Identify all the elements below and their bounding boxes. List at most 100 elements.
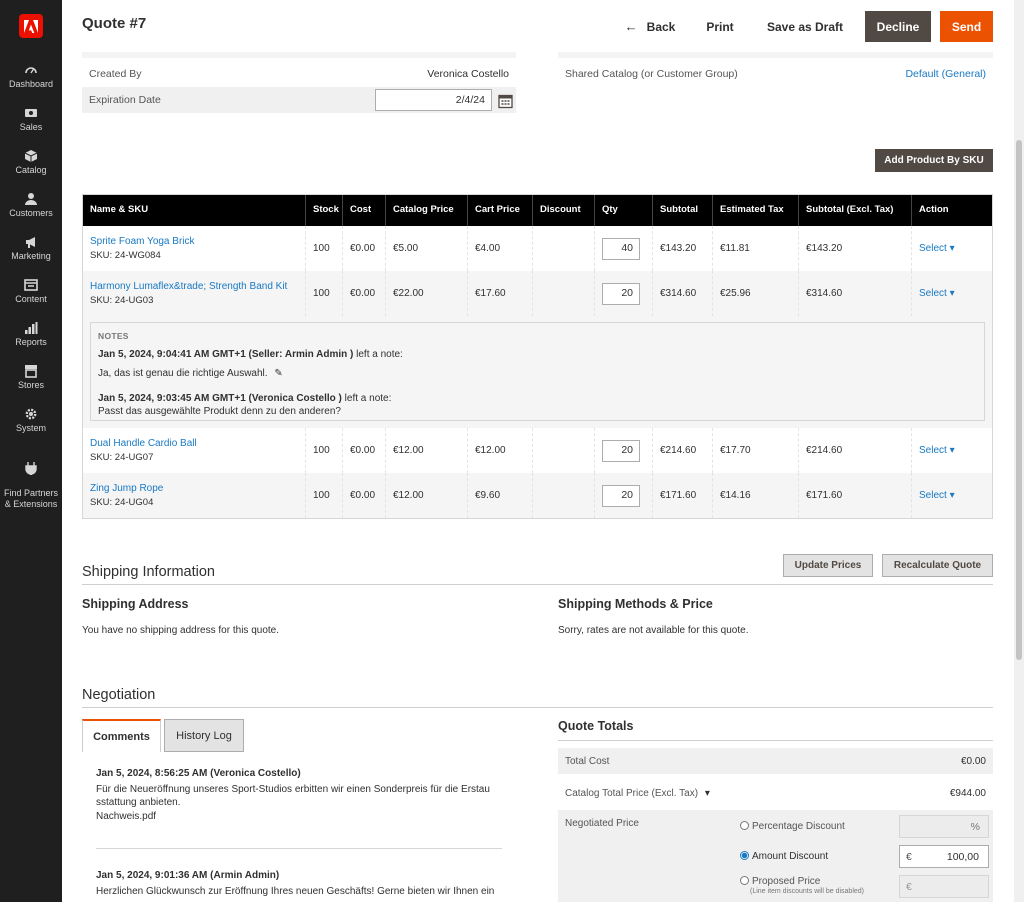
percentage-discount-input[interactable]: % (899, 815, 989, 838)
admin-sidebar: Dashboard Sales Catalog Customers Market… (0, 0, 62, 902)
action-select[interactable]: Select ▾ (919, 445, 955, 456)
decline-button[interactable]: Decline (865, 11, 931, 42)
back-button[interactable]: ← Back (623, 11, 677, 42)
shipping-address-text: You have no shipping address for this qu… (82, 625, 279, 636)
comment-heading: Jan 5, 2024, 9:01:36 AM (Armin Admin) (96, 870, 280, 881)
add-product-by-sku-button[interactable]: Add Product By SKU (875, 149, 993, 172)
col-action[interactable]: Action (912, 195, 992, 226)
recalculate-quote-button[interactable]: Recalculate Quote (882, 554, 993, 577)
col-name-sku[interactable]: Name & SKU (83, 195, 306, 226)
sidebar-item-dashboard[interactable]: Dashboard (0, 63, 62, 90)
col-stock[interactable]: Stock (306, 195, 343, 226)
tax-cell: €17.70 (713, 428, 799, 473)
send-button[interactable]: Send (940, 11, 993, 42)
layout-icon (24, 279, 38, 291)
note-suffix: left a note: (341, 393, 392, 404)
note-entry: Jan 5, 2024, 9:03:45 AM GMT+1 (Veronica … (98, 393, 977, 404)
tab-comments[interactable]: Comments (82, 719, 161, 752)
sidebar-item-reports[interactable]: Reports (0, 321, 62, 348)
save-as-draft-button[interactable]: Save as Draft (763, 11, 847, 42)
table-header: Name & SKU Stock Cost Catalog Price Cart… (83, 195, 992, 226)
catalog-price-cell: €12.00 (386, 473, 468, 518)
attachment-link[interactable]: Nachweis.pdf (96, 811, 156, 822)
expiration-date-input[interactable]: 2/4/24 (375, 89, 492, 111)
subtotal-cell: €143.20 (653, 226, 713, 271)
sidebar-item-label: System (15, 423, 46, 433)
calendar-icon[interactable] (498, 93, 513, 109)
proposed-price-option[interactable]: Proposed Price (Line item discounts will… (740, 876, 864, 895)
page-scrollbar[interactable] (1014, 0, 1024, 902)
product-name-link[interactable]: Zing Jump Rope (90, 483, 163, 494)
col-catalog-price[interactable]: Catalog Price (386, 195, 468, 226)
tax-cell: €25.96 (713, 271, 799, 316)
shared-catalog-link[interactable]: Default (General) (905, 68, 986, 80)
sidebar-item-stores[interactable]: Stores (0, 364, 62, 391)
radio-button[interactable] (740, 821, 749, 830)
amount-discount-option[interactable]: Amount Discount (740, 851, 828, 862)
sidebar-item-find-partners[interactable]: Find Partners & Extensions (0, 450, 62, 510)
created-by-row: Created By Veronica Costello (82, 61, 516, 87)
qty-input[interactable]: 20 (602, 439, 640, 462)
sidebar-item-sales[interactable]: Sales (0, 106, 62, 133)
sidebar-item-label: Stores (17, 380, 44, 390)
item-notes-section: NOTES Jan 5, 2024, 9:04:41 AM GMT+1 (Sel… (83, 316, 992, 428)
sidebar-item-label: Customers (9, 208, 53, 218)
adobe-logo-icon[interactable] (19, 14, 43, 38)
col-discount[interactable]: Discount (533, 195, 595, 226)
action-select[interactable]: Select ▾ (919, 490, 955, 501)
cube-icon (24, 150, 38, 162)
proposed-price-input[interactable]: € (899, 875, 989, 898)
storefront-icon (25, 365, 37, 378)
caret-down-icon: ▾ (949, 288, 955, 299)
catalog-price-cell: €5.00 (386, 226, 468, 271)
sidebar-item-marketing[interactable]: Marketing (0, 235, 62, 262)
col-qty[interactable]: Qty (595, 195, 653, 226)
qty-input[interactable]: 40 (602, 237, 640, 260)
col-subtotal-excl-tax[interactable]: Subtotal (Excl. Tax) (799, 195, 912, 226)
update-prices-button[interactable]: Update Prices (783, 554, 873, 577)
total-cost-row: Total Cost €0.00 (558, 748, 993, 774)
radio-button[interactable] (740, 876, 749, 885)
users-icon (25, 193, 37, 205)
subtotal-excl-cell: €143.20 (799, 226, 912, 271)
subtotal-cell: €314.60 (653, 271, 713, 316)
plug-icon (25, 462, 37, 475)
sidebar-item-content[interactable]: Content (0, 278, 62, 305)
scrollbar-thumb[interactable] (1016, 140, 1022, 660)
sidebar-item-system[interactable]: System (0, 407, 62, 434)
expiration-label: Expiration Date (89, 94, 161, 106)
col-estimated-tax[interactable]: Estimated Tax (713, 195, 799, 226)
col-cost[interactable]: Cost (343, 195, 386, 226)
cost-cell: €0.00 (343, 428, 386, 473)
table-row: Zing Jump Rope SKU: 24-UG04 100 €0.00 €1… (83, 473, 992, 518)
bar-chart-icon (25, 322, 38, 334)
percentage-discount-option[interactable]: Percentage Discount (740, 821, 845, 832)
col-cart-price[interactable]: Cart Price (468, 195, 533, 226)
action-select[interactable]: Select ▾ (919, 243, 955, 254)
gear-icon (25, 408, 37, 420)
pencil-edit-icon[interactable]: ✎ (274, 368, 282, 379)
caret-down-icon: ▾ (949, 490, 955, 501)
sidebar-item-customers[interactable]: Customers (0, 192, 62, 219)
shipping-methods-title: Shipping Methods & Price (558, 597, 713, 611)
action-select[interactable]: Select ▾ (919, 288, 955, 299)
qty-input[interactable]: 20 (602, 282, 640, 305)
product-name-link[interactable]: Sprite Foam Yoga Brick (90, 236, 195, 247)
subtotal-cell: €171.60 (653, 473, 713, 518)
product-name-link[interactable]: Harmony Lumaflex&trade; Strength Band Ki… (90, 281, 287, 292)
comment-text: Herzlichen Glückwunsch zur Eröffnung Ihr… (96, 886, 495, 897)
col-subtotal[interactable]: Subtotal (653, 195, 713, 226)
tax-cell: €14.16 (713, 473, 799, 518)
catalog-total-label[interactable]: Catalog Total Price (Excl. Tax) ▾ (565, 788, 710, 799)
product-name-link[interactable]: Dual Handle Cardio Ball (90, 438, 197, 449)
cost-cell: €0.00 (343, 226, 386, 271)
radio-button-selected[interactable] (740, 851, 749, 860)
comment-divider (96, 848, 502, 849)
qty-input[interactable]: 20 (602, 484, 640, 507)
amount-discount-input[interactable]: € 100,00 (899, 845, 989, 868)
tab-history-log[interactable]: History Log (164, 719, 244, 752)
note-suffix: left a note: (353, 349, 403, 360)
sidebar-item-catalog[interactable]: Catalog (0, 149, 62, 176)
dashboard-icon (25, 67, 37, 74)
print-button[interactable]: Print (700, 11, 740, 42)
